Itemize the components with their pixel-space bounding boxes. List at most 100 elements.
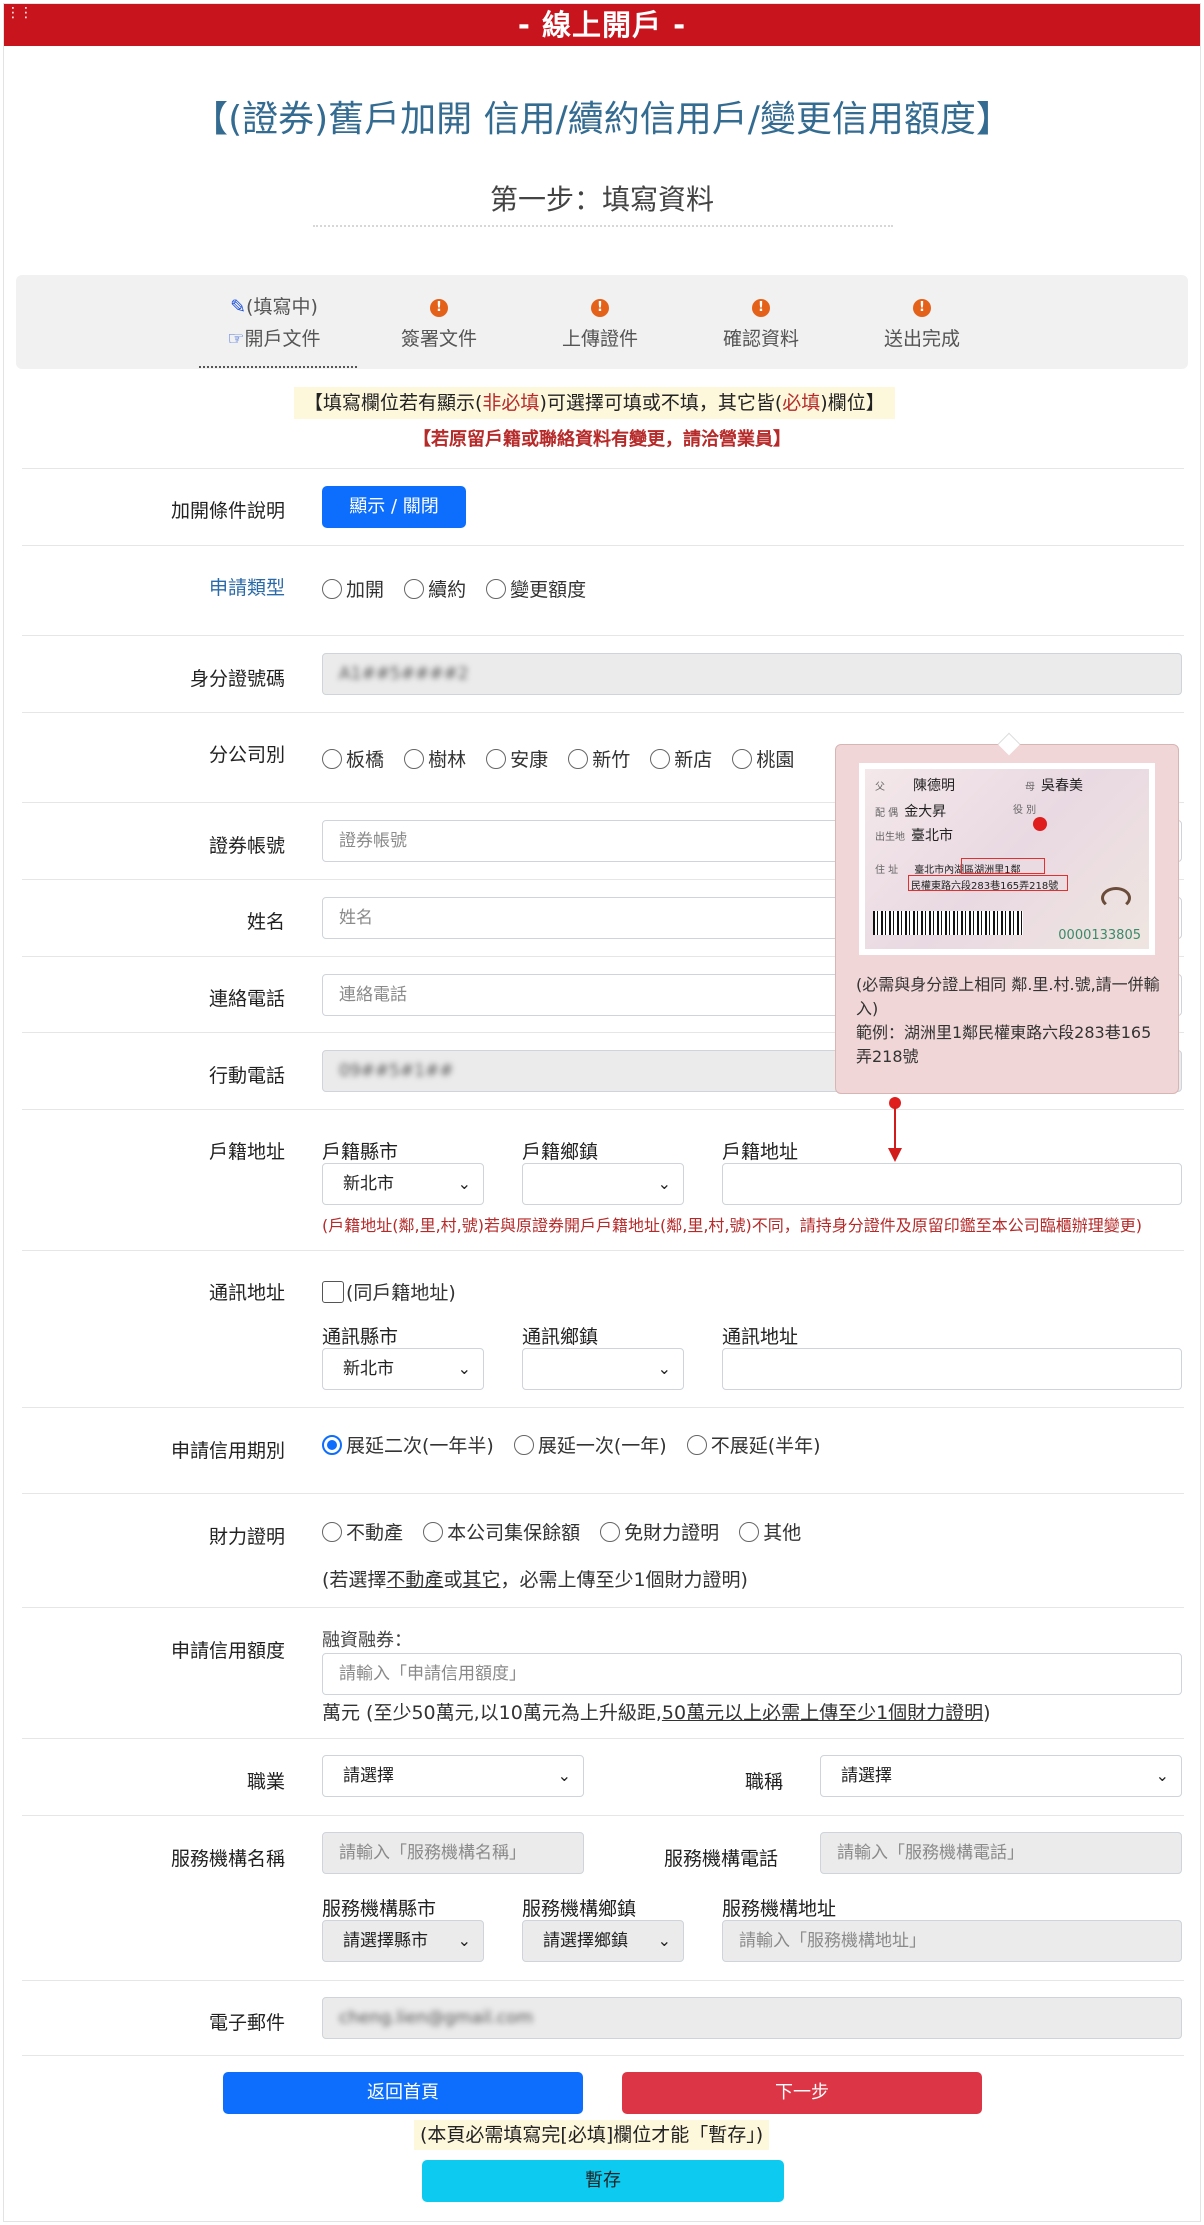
occupation-select[interactable]: 請選擇 ⌄ [322, 1755, 584, 1797]
notice-optional: 非必填 [482, 392, 540, 414]
divider [22, 1607, 1184, 1608]
radio-button[interactable] [568, 749, 589, 769]
chevron-down-icon: ⌄ [457, 1174, 471, 1193]
chevron-down-icon: ⌄ [457, 1931, 471, 1950]
employer-town-select[interactable]: 請選擇鄉鎮 ⌄ [522, 1920, 684, 1962]
divider [313, 225, 893, 227]
tooltip-line-1: (必需與身分證上相同 鄰.里.村.號,請一併輸入) [856, 975, 1160, 1018]
job-title-select[interactable]: 請選擇 ⌄ [820, 1755, 1182, 1797]
radio-real-estate[interactable]: 不動產 [322, 1518, 403, 1545]
financial-note: (若選擇不動產或其它，必需上傳至少1個財力證明) [322, 1565, 748, 1592]
radio-button[interactable] [486, 579, 507, 599]
checkbox[interactable] [322, 1281, 344, 1303]
option-label: 不展延(半年) [710, 1435, 821, 1457]
radio-add[interactable]: 加開 [322, 575, 384, 602]
mailing-town-select[interactable]: ⌄ [522, 1348, 684, 1390]
divider [22, 468, 1184, 469]
radio-button[interactable] [739, 1522, 760, 1542]
radio-branch[interactable]: 桃園 [732, 745, 794, 772]
step-1-status: (填寫中) [246, 296, 318, 318]
radio-button-selected[interactable] [322, 1435, 342, 1455]
radio-renew[interactable]: 續約 [404, 575, 466, 602]
chevron-down-icon: ⌄ [657, 1931, 671, 1950]
mailing-addr-label: 通訊地址 [722, 1326, 799, 1348]
household-city-label: 戶籍縣市 [322, 1141, 399, 1163]
name-label: 姓名 [246, 911, 285, 933]
save-draft-button[interactable]: 暫存 [422, 2160, 784, 2202]
radio-button[interactable] [322, 1522, 342, 1542]
step-5[interactable]: ! 送出完成 [847, 291, 997, 355]
option-label: 不動產 [346, 1522, 404, 1544]
divider [22, 1109, 1184, 1110]
radio-button[interactable] [322, 749, 342, 769]
radio-no-proof[interactable]: 免財力證明 [600, 1518, 719, 1545]
radio-branch[interactable]: 新竹 [568, 745, 630, 772]
next-step-button[interactable]: 下一步 [622, 2072, 982, 2114]
select-value: 新北市 [343, 1174, 394, 1194]
radio-custody-balance[interactable]: 本公司集保餘額 [423, 1518, 580, 1545]
household-address-input[interactable] [722, 1163, 1182, 1205]
mailing-address-input[interactable] [722, 1348, 1182, 1390]
employer-town-label: 服務機構鄉鎮 [522, 1898, 637, 1920]
option-label: 新竹 [592, 749, 631, 771]
radio-no-extend[interactable]: 不展延(半年) [686, 1431, 821, 1458]
employer-address-input[interactable]: 請輸入「服務機構地址」 [722, 1920, 1182, 1962]
back-home-button[interactable]: 返回首頁 [223, 2072, 583, 2114]
household-city-select[interactable]: 新北市 ⌄ [322, 1163, 484, 1205]
radio-button[interactable] [404, 579, 425, 599]
radio-branch[interactable]: 板橋 [322, 745, 384, 772]
radio-button[interactable] [404, 749, 425, 769]
note-text: 萬元 (至少50萬元,以10萬元為上升級距, [322, 1702, 662, 1724]
same-address-checkbox[interactable]: (同戶籍地址) [322, 1278, 456, 1305]
same-address-label: (同戶籍地址) [346, 1282, 456, 1304]
option-label: 板橋 [346, 749, 385, 771]
card-field-value: 陳德明 [913, 778, 955, 794]
note-text: 不動產 [386, 1569, 444, 1591]
step-2[interactable]: ! 簽署文件 [364, 291, 514, 355]
step-3[interactable]: ! 上傳證件 [525, 291, 675, 355]
option-label: 本公司集保餘額 [447, 1522, 581, 1544]
card-field-label: 出生地 [875, 832, 905, 843]
chevron-down-icon: ⌄ [557, 1766, 571, 1785]
step-4[interactable]: ! 確認資料 [686, 291, 836, 355]
radio-button[interactable] [600, 1522, 621, 1542]
mailing-city-select[interactable]: 新北市 ⌄ [322, 1348, 484, 1390]
option-label: 加開 [346, 579, 385, 601]
radio-button[interactable] [322, 579, 342, 599]
household-addr-label: 戶籍地址 [722, 1141, 799, 1163]
radio-button[interactable] [513, 1435, 534, 1455]
radio-other[interactable]: 其他 [739, 1518, 801, 1545]
radio-button[interactable] [732, 749, 753, 769]
household-town-select[interactable]: ⌄ [522, 1163, 684, 1205]
radio-button[interactable] [686, 1435, 707, 1455]
account-placeholder: 證券帳號 [339, 831, 407, 851]
header-title: - 線上開戶 - [517, 8, 687, 42]
divider [22, 1738, 1184, 1739]
radio-branch[interactable]: 新店 [650, 745, 712, 772]
household-town-label: 戶籍鄉鎮 [522, 1141, 599, 1163]
radio-extend-twice[interactable]: 展延二次(一年半) [322, 1431, 494, 1458]
radio-extend-once[interactable]: 展延一次(一年) [513, 1431, 667, 1458]
radio-change-limit[interactable]: 變更額度 [486, 575, 586, 602]
step-1[interactable]: ✎(填寫中) ☞開戶文件 [199, 291, 349, 355]
employer-phone-input[interactable]: 請輸入「服務機構電話」 [820, 1832, 1182, 1874]
credit-amount-input[interactable]: 請輸入「申請信用額度」 [322, 1653, 1182, 1695]
tooltip-line-2: 範例：湖洲里1鄰民權東路六段283巷165弄218號 [856, 1023, 1152, 1066]
radio-button[interactable] [423, 1522, 444, 1542]
chevron-down-icon: ⌄ [457, 1359, 471, 1378]
arrow-down-icon [888, 1148, 902, 1162]
radio-branch[interactable]: 安康 [486, 745, 548, 772]
radio-button[interactable] [650, 749, 671, 769]
toggle-conditions-button[interactable]: 顯示 / 關閉 [322, 486, 466, 528]
employer-city-select[interactable]: 請選擇縣市 ⌄ [322, 1920, 484, 1962]
email-field[interactable]: cheng.lien@gmail.com [322, 1997, 1182, 2039]
option-label: 安康 [510, 749, 549, 771]
address-example-tooltip: 父陳德明 母吳春美 配 偶金大昇 役 別 出生地 臺北市 住 址臺北市內湖區湖洲里… [835, 732, 1179, 1094]
active-step-underline [199, 366, 357, 368]
employer-input[interactable]: 請輸入「服務機構名稱」 [322, 1832, 584, 1874]
step-1-label: 開戶文件 [244, 328, 321, 350]
radio-branch[interactable]: 樹林 [404, 745, 466, 772]
card-field-value: 臺北市 [911, 828, 953, 844]
id-number-field[interactable]: A1##5####2 [322, 653, 1182, 695]
radio-button[interactable] [486, 749, 507, 769]
